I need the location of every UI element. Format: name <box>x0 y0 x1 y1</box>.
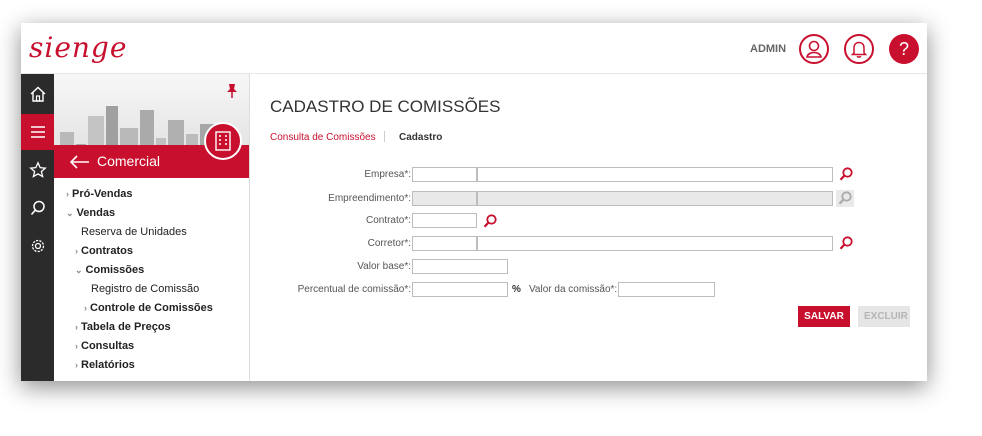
corretor-name-input[interactable] <box>477 236 833 251</box>
sidebar-item-label: Relatórios <box>81 359 135 371</box>
chevron-right-icon: › <box>75 322 78 332</box>
contrato-input[interactable] <box>412 213 477 228</box>
save-button[interactable]: SALVAR <box>798 306 850 327</box>
sidebar-item-pro-vendas[interactable]: › Pró-Vendas <box>66 188 133 200</box>
sidebar-item-label: Registro de Comissão <box>91 283 200 295</box>
valor-base-input[interactable] <box>412 259 508 274</box>
sidebar-item-contratos[interactable]: › Contratos <box>75 245 133 257</box>
search-icon <box>30 200 45 216</box>
bell-icon <box>850 41 868 58</box>
module-icon <box>204 122 242 160</box>
sidebar-item-registro-de-comissao[interactable]: Registro de Comissão <box>91 283 199 295</box>
building-icon <box>215 131 231 151</box>
sidebar-item-label: Tabela de Preços <box>81 321 171 333</box>
chevron-right-icon: › <box>75 246 78 256</box>
sidebar-item-label: Comissões <box>85 264 145 276</box>
corretor-label: Corretor*: <box>367 238 411 249</box>
user-name[interactable]: ADMIN <box>750 43 786 55</box>
percentual-label: Percentual de comissão*: <box>297 284 411 295</box>
sidebar-item-label: Vendas <box>76 207 116 219</box>
chevron-right-icon: › <box>84 303 87 313</box>
pin-icon[interactable] <box>226 83 238 99</box>
chevron-down-icon: ⌄ <box>66 208 74 218</box>
breadcrumb-link-consulta[interactable]: Consulta de Comissões <box>270 132 376 143</box>
menu-icon <box>30 126 45 138</box>
sidebar: Comercial › Pró-Vendas ⌄ Vendas Reserva de… <box>54 74 250 381</box>
sidebar-item-label: Controle de Comissões <box>90 302 213 314</box>
percent-sign: % <box>512 284 521 295</box>
corretor-code-input[interactable] <box>412 236 477 251</box>
top-bar: sienge ADMIN ? <box>21 23 927 74</box>
empresa-label: Empresa*: <box>364 169 411 180</box>
sidebar-item-vendas[interactable]: ⌄ Vendas <box>66 207 115 219</box>
sidebar-item-label: Reserva de Unidades <box>81 226 187 238</box>
sidebar-item-label: Consultas <box>81 340 135 352</box>
empreendimento-name-input[interactable] <box>477 191 833 206</box>
chevron-right-icon: › <box>75 341 78 351</box>
empresa-code-input[interactable] <box>412 167 477 182</box>
rail-search[interactable] <box>21 190 54 226</box>
chevron-right-icon: › <box>66 189 69 199</box>
rail-favorites[interactable] <box>21 152 54 188</box>
icon-rail <box>21 74 54 381</box>
sidebar-item-relatorios[interactable]: › Relatórios <box>75 359 135 371</box>
chevron-down-icon: ⌄ <box>75 265 83 275</box>
empresa-search-icon[interactable] <box>838 166 854 182</box>
empreendimento-label: Empreendimento*: <box>328 193 411 204</box>
breadcrumb-separator <box>384 131 385 142</box>
main-content: CADASTRO DE COMISSÕES Consulta de Comiss… <box>250 74 927 381</box>
valor-base-label: Valor base*: <box>357 261 411 272</box>
percentual-input[interactable] <box>412 282 508 297</box>
empreendimento-code-input[interactable] <box>412 191 477 206</box>
rail-settings[interactable] <box>21 228 54 264</box>
contrato-search-icon[interactable] <box>482 213 498 229</box>
user-profile-button[interactable] <box>799 34 829 64</box>
star-icon <box>28 161 47 178</box>
delete-button[interactable]: EXCLUIR <box>858 306 910 327</box>
notifications-button[interactable] <box>844 34 874 64</box>
sidebar-item-controle-de-comissoes[interactable]: › Controle de Comissões <box>84 302 213 314</box>
sidebar-item-label: Pró-Vendas <box>72 188 133 200</box>
sienge-logo[interactable]: sienge <box>29 31 127 64</box>
sidebar-item-comissoes[interactable]: ⌄ Comissões <box>75 264 144 276</box>
chevron-right-icon: › <box>75 360 78 370</box>
sidebar-item-label: Contratos <box>81 245 133 257</box>
empreendimento-search-icon <box>838 191 852 205</box>
rail-menu[interactable] <box>21 114 54 150</box>
app-window: sienge ADMIN ? Comercial › Pró-Vendas ⌄ … <box>21 23 927 381</box>
page-title: CADASTRO DE COMISSÕES <box>270 97 501 116</box>
empresa-name-input[interactable] <box>477 167 833 182</box>
valor-comissao-label: Valor da comissão*: <box>529 284 618 295</box>
empreendimento-search-button[interactable] <box>836 190 854 207</box>
sidebar-item-tabela-de-precos[interactable]: › Tabela de Preços <box>75 321 171 333</box>
rail-home[interactable] <box>21 76 54 112</box>
contrato-label: Contrato*: <box>365 215 411 226</box>
module-title: Comercial <box>97 153 161 169</box>
settings-icon <box>31 239 44 253</box>
home-icon <box>30 86 45 102</box>
sidebar-item-reserva-de-unidades[interactable]: Reserva de Unidades <box>81 226 187 238</box>
sidebar-item-consultas[interactable]: › Consultas <box>75 340 134 352</box>
help-button[interactable]: ? <box>889 34 919 64</box>
valor-comissao-input[interactable] <box>618 282 715 297</box>
corretor-search-icon[interactable] <box>838 235 854 251</box>
back-arrow-icon[interactable] <box>68 154 90 170</box>
user-icon <box>806 40 822 58</box>
breadcrumb-current: Cadastro <box>399 132 443 143</box>
